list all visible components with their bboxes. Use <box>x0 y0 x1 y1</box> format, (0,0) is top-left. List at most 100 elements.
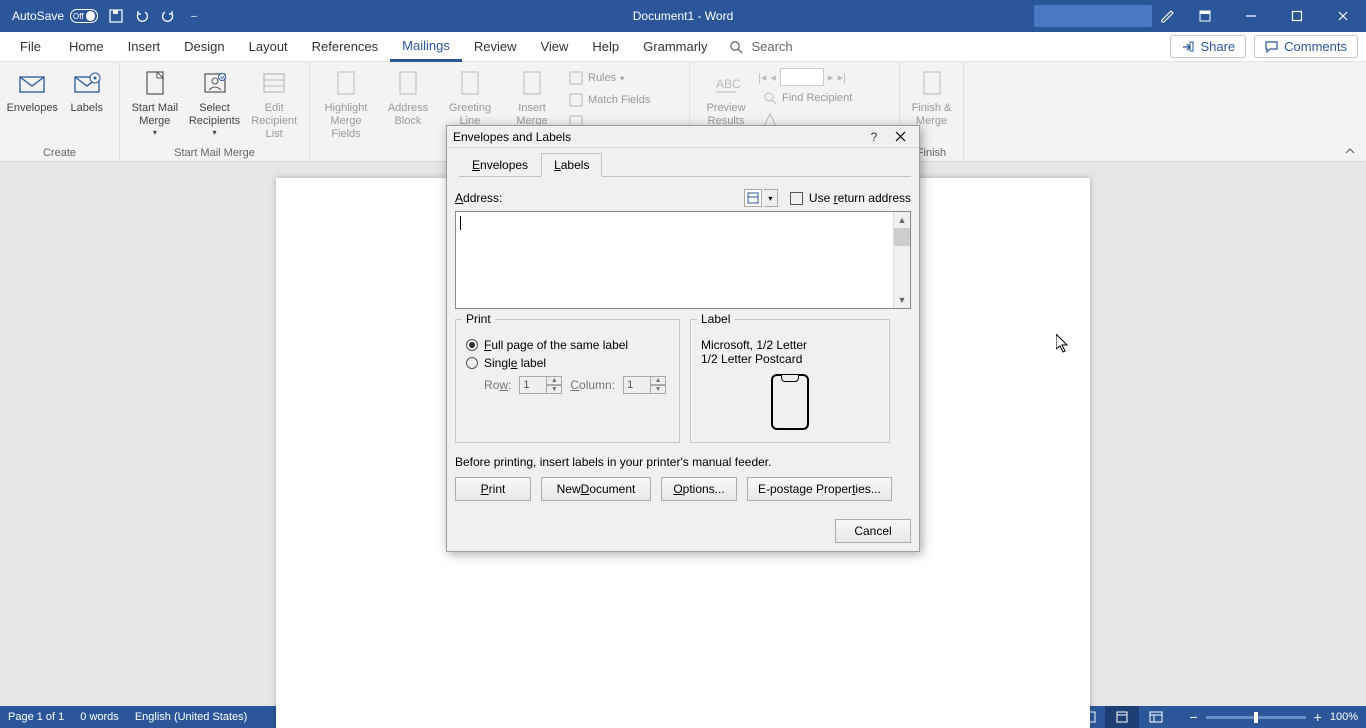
web-layout-button[interactable] <box>1139 706 1173 728</box>
feeder-note: Before printing, insert labels in your p… <box>455 455 911 469</box>
preview-icon: ABC <box>710 68 742 100</box>
ribbon-tabs: File Home Insert Design Layout Reference… <box>0 32 1366 62</box>
scroll-down-icon[interactable]: ▼ <box>894 292 910 308</box>
col-up-icon[interactable]: ▲ <box>651 376 666 385</box>
radio-single-label[interactable]: Single label <box>466 356 669 370</box>
tab-mailings[interactable]: Mailings <box>390 32 462 62</box>
new-document-button[interactable]: New Document <box>541 477 651 501</box>
scroll-up-icon[interactable]: ▲ <box>894 212 910 228</box>
save-icon[interactable] <box>108 8 124 24</box>
radio-full-page[interactable]: Full page of the same label <box>466 338 669 352</box>
print-button[interactable]: Print <box>455 477 531 501</box>
label-panel[interactable]: Label Microsoft, 1/2 Letter 1/2 Letter P… <box>690 319 890 443</box>
dialog-close-button[interactable] <box>887 127 913 147</box>
col-down-icon[interactable]: ▼ <box>651 385 666 394</box>
tab-labels-dlg[interactable]: Labels <box>541 153 602 177</box>
svg-text:ABC: ABC <box>716 77 741 91</box>
tab-design[interactable]: Design <box>172 32 236 62</box>
address-book-button[interactable] <box>744 189 762 207</box>
tab-references[interactable]: References <box>300 32 390 62</box>
epostage-button[interactable]: E-postage Properties... <box>747 477 892 501</box>
row-input[interactable] <box>519 376 547 394</box>
cancel-button[interactable]: Cancel <box>835 519 911 543</box>
col-input[interactable] <box>623 376 651 394</box>
col-spinner[interactable]: ▲▼ <box>623 376 666 394</box>
close-button[interactable] <box>1320 0 1366 32</box>
select-recipients-button[interactable]: Select Recipients▾ <box>186 66 244 138</box>
find-icon <box>762 90 778 106</box>
address-label: Address: <box>455 191 502 205</box>
zoom-level[interactable]: 100% <box>1330 711 1358 723</box>
address-textarea[interactable]: ▲ ▼ <box>455 211 911 309</box>
start-mail-merge-button[interactable]: Start Mail Merge▾ <box>126 66 184 138</box>
autosave-toggle[interactable]: AutoSave Off <box>12 9 98 23</box>
zoom-slider[interactable] <box>1206 716 1306 719</box>
radio-single-label: Single label <box>484 356 546 370</box>
tab-file[interactable]: File <box>8 32 53 62</box>
print-layout-button[interactable] <box>1105 706 1139 728</box>
rules-button: Rules ▾ <box>564 68 663 88</box>
checkbox-icon <box>790 192 803 205</box>
tab-view[interactable]: View <box>528 32 580 62</box>
options-button[interactable]: Options... <box>661 477 737 501</box>
qat-customize-icon[interactable]: – <box>186 8 202 24</box>
scroll-thumb[interactable] <box>894 228 910 246</box>
tab-layout[interactable]: Layout <box>237 32 300 62</box>
labels-icon <box>71 68 103 100</box>
zoom-out-button[interactable]: − <box>1189 709 1197 725</box>
share-icon <box>1181 40 1194 53</box>
comment-icon <box>1265 40 1278 53</box>
tab-review[interactable]: Review <box>462 32 529 62</box>
tab-envelopes-dlg[interactable]: Envelopes <box>459 153 541 177</box>
preview-results-button: ABC Preview Results <box>696 66 756 128</box>
title-bar: AutoSave Off – Document1 - Word <box>0 0 1366 32</box>
redo-icon[interactable] <box>160 8 176 24</box>
pencil-icon[interactable] <box>1160 8 1176 24</box>
print-legend: Print <box>462 312 495 326</box>
edit-list-label: Edit Recipient List <box>245 102 303 142</box>
collapse-ribbon-icon[interactable] <box>1344 145 1356 157</box>
comments-button[interactable]: Comments <box>1254 35 1358 58</box>
row-spinner[interactable]: ▲▼ <box>519 376 562 394</box>
use-return-checkbox[interactable]: Use return address <box>790 191 911 205</box>
envelopes-button[interactable]: Envelopes <box>6 66 59 115</box>
document-title: Document1 - Word <box>633 9 733 23</box>
envelopes-label: Envelopes <box>7 102 58 115</box>
user-account[interactable] <box>1034 5 1152 27</box>
word-count[interactable]: 0 words <box>80 711 119 723</box>
address-scrollbar[interactable]: ▲ ▼ <box>893 212 910 308</box>
share-button[interactable]: Share <box>1170 35 1246 58</box>
page-status[interactable]: Page 1 of 1 <box>8 711 64 723</box>
dialog-help-button[interactable]: ? <box>861 127 887 147</box>
row-up-icon[interactable]: ▲ <box>547 376 562 385</box>
labels-button[interactable]: Labels <box>61 66 114 115</box>
undo-icon[interactable] <box>134 8 150 24</box>
ribbon-display-icon[interactable] <box>1182 0 1228 32</box>
row-down-icon[interactable]: ▼ <box>547 385 562 394</box>
match-icon <box>568 92 584 108</box>
comments-label: Comments <box>1284 39 1347 54</box>
tell-me-search[interactable]: Search <box>719 39 802 54</box>
greeting-line-button: Greeting Line <box>440 66 500 128</box>
tab-help[interactable]: Help <box>580 32 631 62</box>
rules-icon <box>568 70 584 86</box>
zoom-controls: − + 100% <box>1189 709 1358 725</box>
autosave-label: AutoSave <box>12 9 64 23</box>
tab-home[interactable]: Home <box>57 32 116 62</box>
address-block-label: Address Block <box>388 102 428 128</box>
highlight-label: Highlight Merge Fields <box>316 102 376 142</box>
envelope-icon <box>16 68 48 100</box>
col-label: Column: <box>570 378 615 392</box>
tab-insert[interactable]: Insert <box>116 32 173 62</box>
insert-mf-icon <box>516 68 548 100</box>
minimize-button[interactable] <box>1228 0 1274 32</box>
maximize-button[interactable] <box>1274 0 1320 32</box>
address-book-dropdown[interactable]: ▾ <box>764 189 778 207</box>
label-preview-icon <box>771 374 809 430</box>
zoom-in-button[interactable]: + <box>1314 709 1322 725</box>
share-label: Share <box>1200 39 1235 54</box>
match-label: Match Fields <box>588 94 650 106</box>
language-status[interactable]: English (United States) <box>135 711 248 723</box>
tab-grammarly[interactable]: Grammarly <box>631 32 719 62</box>
select-recipients-label: Select Recipients <box>189 102 240 128</box>
